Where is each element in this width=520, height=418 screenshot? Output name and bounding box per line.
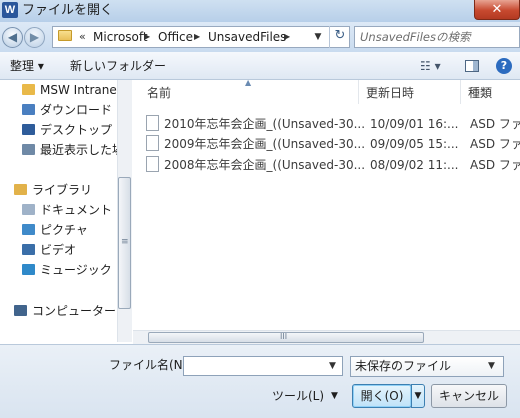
- new-folder-button[interactable]: 新しいフォルダー: [70, 58, 166, 74]
- column-header-type[interactable]: 種類: [468, 82, 492, 104]
- sidebar-item-label: コンピューター: [32, 304, 117, 318]
- file-name: 2010年忘年会企画_((Unsaved-30...: [164, 117, 366, 131]
- word-app-icon: W: [2, 2, 18, 18]
- sidebar-item-pictures[interactable]: ピクチャ: [22, 221, 88, 239]
- file-type: ASD ファ: [470, 158, 520, 172]
- filename-input[interactable]: [183, 356, 343, 376]
- breadcrumb-separator[interactable]: ▶: [194, 29, 200, 45]
- file-type-select[interactable]: 未保存のファイル: [350, 356, 504, 377]
- breadcrumb-separator[interactable]: ▶: [144, 29, 150, 45]
- file-modified: 10/09/01 16:...: [370, 117, 459, 131]
- open-options-button[interactable]: ▼: [411, 384, 425, 408]
- file-modified: 09/09/05 15:...: [370, 137, 459, 151]
- file-icon: [146, 115, 159, 131]
- sidebar-item-label: ピクチャ: [40, 223, 88, 237]
- filename-label: ファイル名(N):: [109, 358, 192, 372]
- open-button[interactable]: 開く(O): [352, 384, 412, 408]
- breadcrumb-unsavedfiles[interactable]: UnsavedFiles: [208, 29, 286, 45]
- forward-button[interactable]: ▶: [24, 27, 45, 48]
- sidebar-item-music[interactable]: ミュージック: [22, 261, 112, 279]
- file-type: ASD ファ: [470, 117, 520, 131]
- desktop-icon: [22, 124, 35, 135]
- sidebar-item-label: デスクトップ: [40, 123, 113, 137]
- library-icon: [14, 184, 27, 195]
- cancel-button[interactable]: キャンセル: [431, 384, 507, 408]
- table-row[interactable]: 2008年忘年会企画_((Unsaved-30...: [146, 155, 365, 175]
- organize-button[interactable]: 整理 ▾: [10, 58, 44, 74]
- pictures-icon: [22, 224, 35, 235]
- column-header-name[interactable]: 名前: [147, 82, 171, 104]
- column-divider[interactable]: [460, 80, 461, 104]
- file-name: 2008年忘年会企画_((Unsaved-30...: [164, 158, 366, 172]
- breadcrumb-office[interactable]: Office: [158, 29, 193, 45]
- help-button[interactable]: ?: [496, 58, 512, 74]
- computer-icon: [14, 305, 27, 316]
- sidebar-item-label: MSW Intranet: [40, 83, 122, 97]
- sidebar-item-label: ミュージック: [40, 263, 112, 277]
- column-divider[interactable]: [358, 80, 359, 104]
- file-type: ASD ファ: [470, 137, 520, 151]
- file-modified: 08/09/02 11:...: [370, 158, 459, 172]
- change-view-button[interactable]: ☷ ▾: [420, 58, 446, 74]
- file-icon: [146, 135, 159, 151]
- sidebar-item-libraries[interactable]: ライブラリ: [14, 181, 92, 199]
- sidebar-item-computer[interactable]: コンピューター: [14, 302, 116, 320]
- close-button[interactable]: ✕: [474, 0, 520, 20]
- download-folder-icon: [22, 104, 35, 115]
- documents-icon: [22, 204, 35, 215]
- sidebar-item-label: ドキュメント: [40, 203, 113, 217]
- breadcrumb-separator[interactable]: ▶: [284, 29, 290, 45]
- sidebar-item-documents[interactable]: ドキュメント: [22, 201, 112, 219]
- recent-places-icon: [22, 144, 35, 155]
- music-icon: [22, 264, 35, 275]
- tools-button[interactable]: ツール(L): [272, 387, 324, 405]
- breadcrumb-microsoft[interactable]: Microsoft: [93, 29, 148, 45]
- search-placeholder: UnsavedFilesの検索: [360, 30, 471, 44]
- sidebar-item-label: ライブラリ: [32, 183, 93, 197]
- file-name: 2009年忘年会企画_((Unsaved-30...: [164, 137, 366, 151]
- videos-icon: [22, 244, 35, 255]
- table-row[interactable]: 2010年忘年会企画_((Unsaved-30...: [146, 114, 365, 134]
- sidebar-item-videos[interactable]: ビデオ: [22, 241, 76, 259]
- window-title: ファイルを開く: [22, 3, 114, 18]
- sidebar-item-downloads[interactable]: ダウンロード: [22, 101, 112, 119]
- preview-pane-icon[interactable]: [465, 60, 479, 72]
- chevron-down-icon[interactable]: ▼: [488, 359, 495, 373]
- filename-dropdown-icon[interactable]: ▼: [329, 359, 336, 373]
- table-row[interactable]: 2009年忘年会企画_((Unsaved-30...: [146, 134, 365, 154]
- file-icon: [146, 156, 159, 172]
- folder-icon: [58, 30, 72, 41]
- address-history-dropdown[interactable]: ▼: [311, 29, 325, 45]
- back-button[interactable]: ◀: [2, 27, 23, 48]
- sidebar-item-desktop[interactable]: デスクトップ: [22, 121, 112, 139]
- breadcrumb-overflow[interactable]: «: [79, 29, 86, 45]
- sidebar-item-label: ビデオ: [40, 243, 77, 257]
- sidebar-item-msw-intranet[interactable]: MSW Intranet: [22, 81, 121, 99]
- refresh-button[interactable]: ↻: [329, 26, 350, 48]
- sidebar-item-label: 最近表示した場所: [40, 143, 117, 157]
- chevron-down-icon[interactable]: ▼: [331, 389, 338, 403]
- network-folder-icon: [22, 84, 35, 95]
- sort-ascending-icon: ▲: [245, 78, 252, 87]
- sidebar-item-label: ダウンロード: [40, 103, 113, 117]
- sidebar-item-recent-places[interactable]: 最近表示した場所: [22, 141, 117, 159]
- column-header-modified[interactable]: 更新日時: [366, 82, 414, 104]
- scroll-grip-icon: III: [280, 332, 288, 341]
- scroll-grip-icon: ≡: [121, 237, 129, 247]
